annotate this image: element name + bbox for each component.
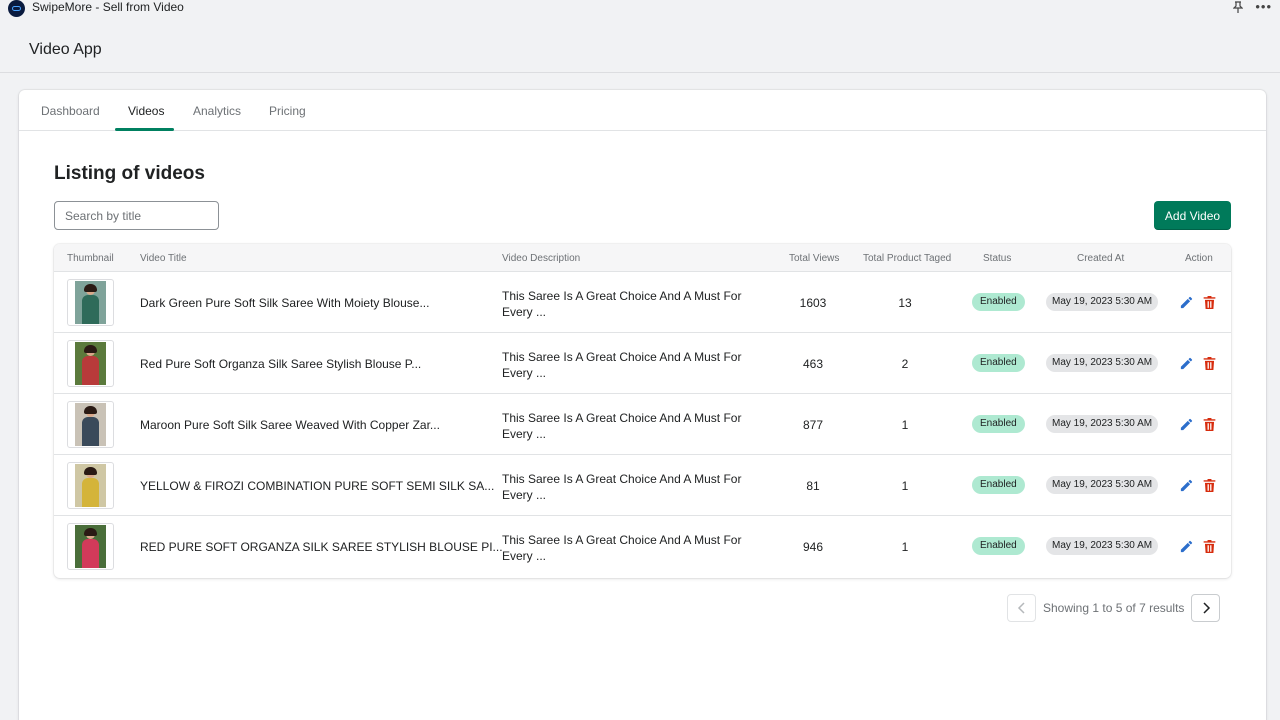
delete-icon[interactable] (1203, 417, 1216, 432)
tab-videos[interactable]: Videos (128, 104, 164, 118)
header-action: Action (1185, 253, 1213, 264)
header-thumbnail: Thumbnail (67, 253, 114, 264)
total-tagged: 2 (901, 357, 909, 371)
table-row: Dark Green Pure Soft Silk Saree With Moi… (54, 272, 1231, 333)
header-views: Total Views (789, 253, 840, 264)
app-title: Video App (29, 41, 102, 58)
chevron-right-icon (1203, 602, 1210, 614)
header-title: Video Title (140, 253, 187, 264)
created-at-badge: May 19, 2023 5:30 AM (1046, 293, 1159, 311)
video-description: This Saree Is A Great Choice And A Must … (502, 289, 742, 319)
total-views: 946 (802, 540, 824, 554)
total-views: 81 (806, 479, 820, 493)
tab-bar: Dashboard Videos Analytics Pricing (19, 90, 1266, 131)
edit-icon[interactable] (1179, 539, 1194, 554)
tab-dashboard[interactable]: Dashboard (41, 104, 100, 118)
add-video-button[interactable]: Add Video (1154, 201, 1231, 230)
created-at-badge: May 19, 2023 5:30 AM (1046, 354, 1159, 372)
page-title: Listing of videos (54, 163, 205, 184)
edit-icon[interactable] (1179, 295, 1194, 310)
delete-icon[interactable] (1203, 539, 1216, 554)
edit-icon[interactable] (1179, 417, 1194, 432)
pin-icon[interactable] (1231, 0, 1245, 14)
video-thumbnail[interactable] (67, 523, 114, 570)
videos-table: Thumbnail Video Title Video Description … (54, 244, 1231, 578)
window-title: SwipeMore - Sell from Video (32, 0, 184, 14)
pagination: Showing 1 to 5 of 7 results (1007, 594, 1221, 622)
video-title: Red Pure Soft Organza Silk Saree Stylish… (140, 357, 422, 371)
video-title: Dark Green Pure Soft Silk Saree With Moi… (140, 296, 430, 310)
video-description: This Saree Is A Great Choice And A Must … (502, 472, 742, 502)
more-icon[interactable]: ••• (1255, 0, 1272, 13)
video-title: YELLOW & FIROZI COMBINATION PURE SOFT SE… (140, 479, 495, 493)
header-status: Status (983, 253, 1012, 264)
total-tagged: 1 (901, 418, 909, 432)
table-row: Red Pure Soft Organza Silk Saree Stylish… (54, 333, 1231, 394)
table-header: Thumbnail Video Title Video Description … (54, 244, 1231, 272)
status-badge: Enabled (972, 293, 1025, 311)
delete-icon[interactable] (1203, 356, 1216, 371)
app-logo-icon (8, 0, 25, 17)
active-tab-indicator (115, 128, 174, 131)
total-tagged: 13 (898, 296, 912, 310)
video-thumbnail[interactable] (67, 279, 114, 326)
app-header: Video App (0, 18, 1280, 73)
total-views: 877 (802, 418, 824, 432)
status-badge: Enabled (972, 354, 1025, 372)
created-at-badge: May 19, 2023 5:30 AM (1046, 415, 1159, 433)
video-thumbnail[interactable] (67, 340, 114, 387)
created-at-badge: May 19, 2023 5:30 AM (1046, 476, 1159, 494)
table-row: YELLOW & FIROZI COMBINATION PURE SOFT SE… (54, 455, 1231, 516)
total-views: 463 (802, 357, 824, 371)
total-tagged: 1 (901, 540, 909, 554)
table-row: Maroon Pure Soft Silk Saree Weaved With … (54, 394, 1231, 455)
status-badge: Enabled (972, 476, 1025, 494)
pagination-summary: Showing 1 to 5 of 7 results (1043, 601, 1185, 615)
header-created: Created At (1077, 253, 1125, 264)
next-page-button[interactable] (1191, 594, 1221, 622)
video-thumbnail[interactable] (67, 462, 114, 509)
status-badge: Enabled (972, 537, 1025, 555)
delete-icon[interactable] (1203, 478, 1216, 493)
delete-icon[interactable] (1203, 295, 1216, 310)
previous-page-button[interactable] (1007, 594, 1036, 622)
edit-icon[interactable] (1179, 478, 1194, 493)
status-badge: Enabled (972, 415, 1025, 433)
total-tagged: 1 (901, 479, 909, 493)
created-at-badge: May 19, 2023 5:30 AM (1046, 537, 1159, 555)
video-description: This Saree Is A Great Choice And A Must … (502, 533, 742, 563)
tab-pricing[interactable]: Pricing (269, 104, 306, 118)
header-description: Video Description (502, 253, 581, 264)
total-views: 1603 (799, 296, 827, 310)
video-description: This Saree Is A Great Choice And A Must … (502, 411, 742, 441)
chevron-left-icon (1017, 602, 1025, 614)
video-title: RED PURE SOFT ORGANZA SILK SAREE STYLISH… (140, 540, 503, 554)
tab-analytics[interactable]: Analytics (193, 104, 241, 118)
video-thumbnail[interactable] (67, 401, 114, 448)
header-tagged: Total Product Taged (863, 253, 952, 264)
edit-icon[interactable] (1179, 356, 1194, 371)
video-description: This Saree Is A Great Choice And A Must … (502, 350, 742, 380)
main-card: Dashboard Videos Analytics Pricing Listi… (19, 90, 1266, 720)
search-input[interactable] (54, 201, 219, 230)
video-title: Maroon Pure Soft Silk Saree Weaved With … (140, 418, 440, 432)
table-row: RED PURE SOFT ORGANZA SILK SAREE STYLISH… (54, 516, 1231, 577)
window-titlebar: SwipeMore - Sell from Video ••• (0, 0, 1280, 17)
